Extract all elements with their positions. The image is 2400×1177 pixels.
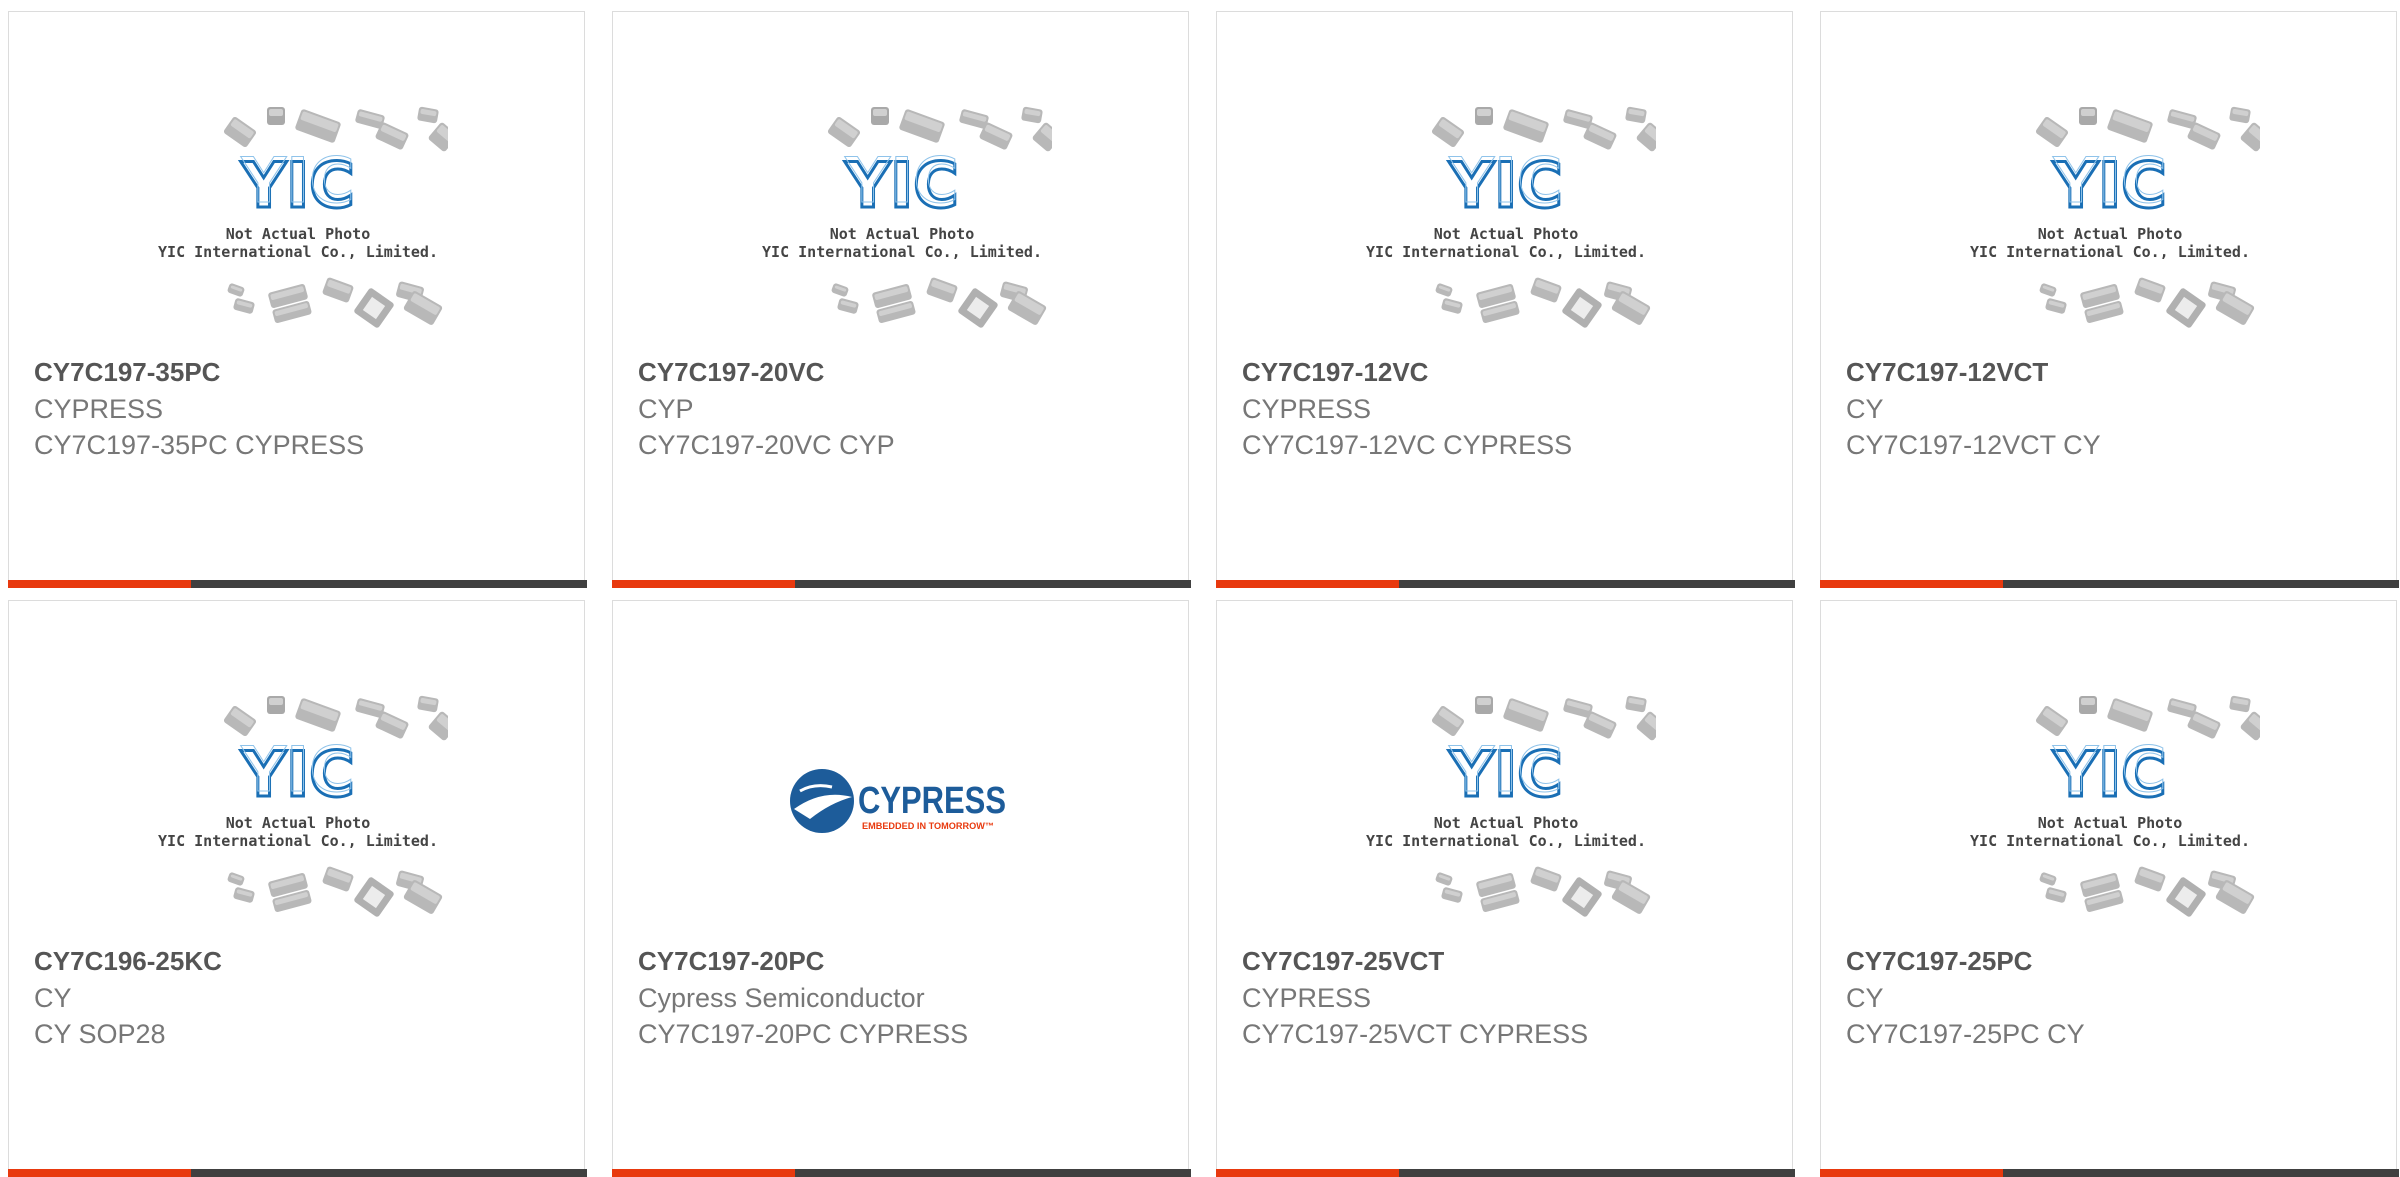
description: CY7C197-25VCT CYPRESS (1242, 1019, 1589, 1049)
product-card[interactable]: CYPRESS EMBEDDED IN TOMORROW™ CY7C197-20P… (612, 600, 1191, 1177)
svg-text:Not Actual Photo: Not Actual Photo (2037, 225, 2182, 243)
svg-text:YIC: YIC (2052, 144, 2166, 217)
svg-text:YIC: YIC (844, 144, 958, 217)
manufacturer: CYP (638, 394, 694, 424)
svg-text:Not Actual Photo: Not Actual Photo (1433, 225, 1578, 243)
accent-bar (1820, 580, 2399, 588)
svg-text:YIC: YIC (1448, 144, 1562, 217)
description: CY7C197-20PC CYPRESS (638, 1019, 969, 1049)
svg-text:YIC: YIC (1448, 733, 1562, 806)
svg-text:CYPRESS: CYPRESS (858, 780, 1006, 822)
accent-bar (1216, 580, 1795, 588)
description: CY SOP28 (34, 1019, 166, 1049)
placeholder-photo: YICYICNot Actual PhotoYIC International … (1366, 106, 1656, 328)
description: CY7C197-25PC CY (1846, 1019, 2085, 1049)
part-number[interactable]: CY7C197-12VCT (1846, 357, 2048, 388)
product-card[interactable]: YIC YIC Not Actual Photo YIC International … (1820, 600, 2399, 1177)
placeholder-photo: YICYICNot Actual PhotoYIC International … (762, 106, 1052, 328)
placeholder-photo: YICYICNot Actual PhotoYIC International … (158, 106, 448, 328)
manufacturer: CY (34, 983, 72, 1013)
product-card[interactable]: YIC YIC Not Actual Photo YIC International … (8, 600, 587, 1177)
product-image: YIC YIC Not Actual Photo YIC International … (1217, 681, 1794, 941)
accent-bar (612, 580, 1191, 588)
manufacturer: CY (1846, 983, 1884, 1013)
part-number[interactable]: CY7C197-25VCT (1242, 946, 1444, 977)
product-image: YIC YIC Not Actual Photo YIC International … (1821, 681, 2398, 941)
product-image: YIC YIC Not Actual Photo YIC International … (613, 92, 1190, 352)
svg-text:YIC International Co., Limited: YIC International Co., Limited. (158, 832, 438, 850)
svg-text:Not Actual Photo: Not Actual Photo (2037, 814, 2182, 832)
part-number[interactable]: CY7C197-25PC (1846, 946, 2032, 977)
placeholder-photo: YICYICNot Actual PhotoYIC International … (1970, 695, 2260, 917)
svg-text:Not Actual Photo: Not Actual Photo (829, 225, 974, 243)
svg-text:YIC International Co., Limited: YIC International Co., Limited. (1970, 243, 2250, 261)
svg-text:YIC International Co., Limited: YIC International Co., Limited. (158, 243, 438, 261)
accent-bar (1820, 1169, 2399, 1177)
product-card[interactable]: YIC YIC Not Actual Photo YIC International … (1216, 600, 1795, 1177)
part-number[interactable]: CY7C197-20PC (638, 946, 824, 977)
accent-bar (8, 580, 587, 588)
placeholder-photo: YICYICNot Actual PhotoYIC International … (158, 695, 448, 917)
manufacturer: CYPRESS (1242, 394, 1372, 424)
description: CY7C197-12VC CYPRESS (1242, 430, 1573, 460)
product-image: YIC YIC Not Actual Photo YIC International … (9, 681, 586, 941)
svg-text:YIC International Co., Limited: YIC International Co., Limited. (1366, 832, 1646, 850)
description: CY7C197-20VC CYP (638, 430, 895, 460)
product-image: YIC YIC Not Actual Photo YIC International … (9, 92, 586, 352)
product-image: CYPRESS EMBEDDED IN TOMORROW™ (613, 681, 1190, 941)
svg-text:YIC: YIC (240, 144, 354, 217)
part-number[interactable]: CY7C196-25KC (34, 946, 222, 977)
placeholder-photo: YICYICNot Actual PhotoYIC International … (1366, 695, 1656, 917)
manufacturer: Cypress Semiconductor (638, 983, 925, 1013)
description: CY7C197-35PC CYPRESS (34, 430, 365, 460)
cypress-logo: CYPRESSEMBEDDED IN TOMORROW™ (789, 769, 1006, 833)
svg-text:YIC International Co., Limited: YIC International Co., Limited. (762, 243, 1042, 261)
svg-text:Not Actual Photo: Not Actual Photo (1433, 814, 1578, 832)
product-card[interactable]: YIC YIC Not Actual Photo YIC International … (612, 11, 1191, 588)
svg-text:YIC: YIC (2052, 733, 2166, 806)
product-image: YIC YIC Not Actual Photo YIC International … (1821, 92, 2398, 352)
part-number[interactable]: CY7C197-35PC (34, 357, 220, 388)
svg-text:YIC International Co., Limited: YIC International Co., Limited. (1970, 832, 2250, 850)
product-grid: YIC YIC Not Actual Photo YIC International … (0, 0, 2400, 1177)
part-number[interactable]: CY7C197-12VC (1242, 357, 1428, 388)
product-image: YIC YIC Not Actual Photo YIC International … (1217, 92, 1794, 352)
manufacturer: CYPRESS (1242, 983, 1372, 1013)
svg-text:YIC International Co., Limited: YIC International Co., Limited. (1366, 243, 1646, 261)
svg-text:Not Actual Photo: Not Actual Photo (225, 814, 370, 832)
product-card[interactable]: YIC YIC Not Actual Photo YIC International … (8, 11, 587, 588)
manufacturer: CY (1846, 394, 1884, 424)
product-card[interactable]: YIC YIC Not Actual Photo YIC International … (1216, 11, 1795, 588)
description: CY7C197-12VCT CY (1846, 430, 2101, 460)
svg-text:Not Actual Photo: Not Actual Photo (225, 225, 370, 243)
part-number[interactable]: CY7C197-20VC (638, 357, 824, 388)
placeholder-photo: YICYICNot Actual PhotoYIC International … (1970, 106, 2260, 328)
accent-bar (1216, 1169, 1795, 1177)
svg-text:YIC: YIC (240, 733, 354, 806)
svg-text:EMBEDDED IN TOMORROW™: EMBEDDED IN TOMORROW™ (862, 821, 994, 831)
accent-bar (8, 1169, 587, 1177)
accent-bar (612, 1169, 1191, 1177)
product-card[interactable]: YIC YIC Not Actual Photo YIC International … (1820, 11, 2399, 588)
manufacturer: CYPRESS (34, 394, 164, 424)
